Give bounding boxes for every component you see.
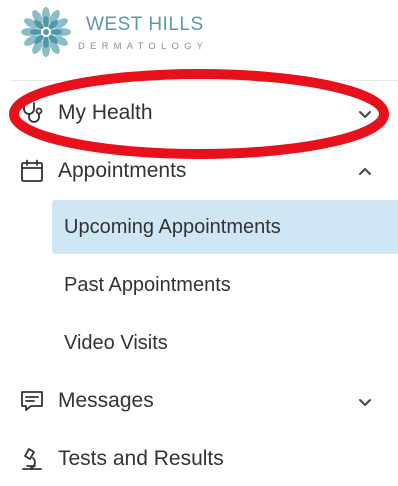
sidebar-item-label: Tests and Results	[58, 447, 224, 470]
sidebar-subitem-label: Past Appointments	[64, 274, 231, 296]
calendar-icon	[21, 159, 43, 182]
sidebar-item-label: My Health	[58, 101, 153, 124]
sidebar-subitem-video-visits[interactable]: Video Visits	[52, 316, 398, 370]
sidebar-item-appointments[interactable]: Appointments	[0, 144, 398, 198]
sidebar-subitem-label: Video Visits	[64, 332, 168, 354]
stethoscope-icon	[23, 102, 43, 123]
sidebar-subitem-past-appointments[interactable]: Past Appointments	[52, 258, 398, 312]
chevron-up-icon[interactable]	[356, 163, 374, 181]
message-icon	[21, 391, 43, 411]
sidebar-item-messages[interactable]: Messages	[0, 374, 398, 428]
chevron-down-icon[interactable]	[356, 393, 374, 411]
sidebar-item-my-health[interactable]: My Health	[0, 86, 398, 140]
sidebar-item-label: Appointments	[58, 159, 187, 182]
sidebar-subitem-upcoming-appointments[interactable]: Upcoming Appointments	[52, 200, 398, 254]
sidebar-item-tests-and-results[interactable]: Tests and Results	[0, 432, 398, 486]
chevron-down-icon[interactable]	[356, 105, 374, 123]
brand-logo[interactable]: WEST HILLS DERMATOLOGY	[20, 6, 240, 58]
microscope-icon	[22, 448, 42, 470]
sidebar-item-label: Messages	[58, 389, 154, 412]
mandala-flower-icon	[21, 7, 71, 57]
header-divider	[10, 80, 398, 81]
sidebar-subitem-label: Upcoming Appointments	[64, 216, 281, 238]
brand-name: WEST HILLS	[86, 14, 204, 35]
brand-subtitle: DERMATOLOGY	[78, 41, 209, 52]
